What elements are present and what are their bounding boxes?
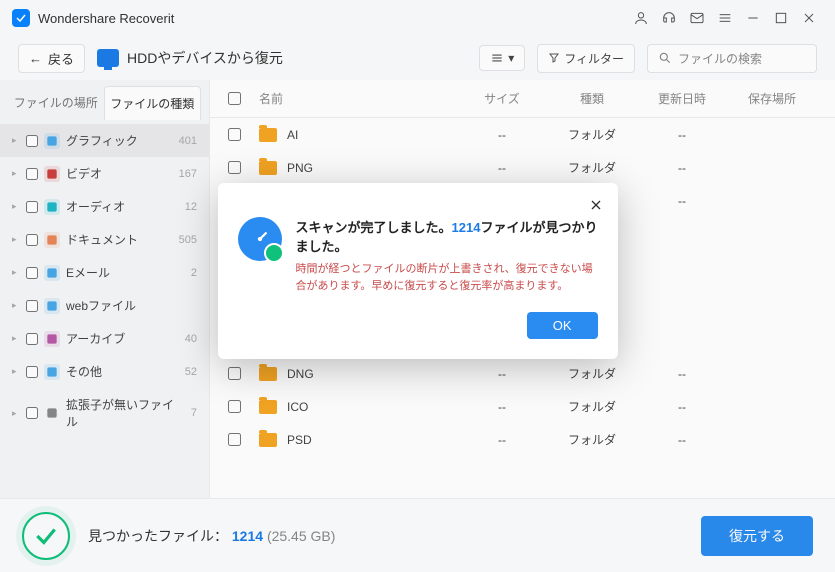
dialog-message: 時間が経つとファイルの断片が上書きされ、復元できない場合があります。早めに復元す… [296,261,598,294]
dialog-ok-button[interactable]: OK [527,312,598,339]
modal-overlay: スキャンが完了しました。1214ファイルが見つかりました。 時間が経つとファイル… [0,0,835,572]
dialog-title: スキャンが完了しました。1214ファイルが見つかりました。 [296,217,598,255]
dialog-close-button[interactable] [588,197,604,218]
scan-complete-dialog: スキャンが完了しました。1214ファイルが見つかりました。 時間が経つとファイル… [218,183,618,359]
dialog-gauge-icon [238,217,282,261]
